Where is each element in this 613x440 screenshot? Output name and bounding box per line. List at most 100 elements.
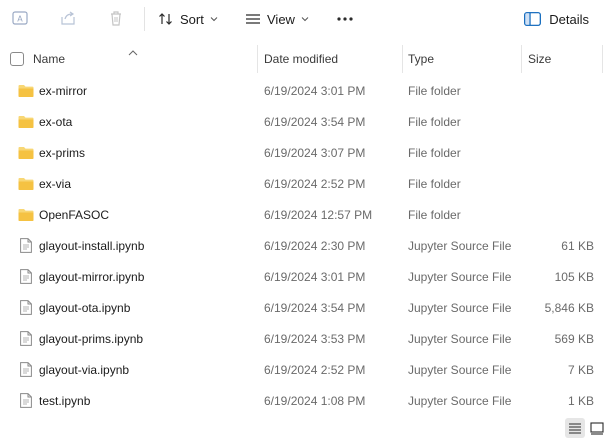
sort-ascending-icon (128, 45, 138, 59)
file-name-cell: glayout-prims.ipynb (18, 323, 143, 354)
column-header-type[interactable]: Type (408, 45, 434, 73)
date-modified: 6/19/2024 3:53 PM (264, 331, 366, 346)
file-name: glayout-install.ipynb (39, 238, 145, 253)
file-row[interactable]: ex-ota 6/19/2024 3:54 PM File folder (0, 106, 613, 137)
sort-icon (159, 13, 172, 25)
date-modified: 6/19/2024 3:54 PM (264, 300, 366, 315)
file-name-cell: glayout-mirror.ipynb (18, 261, 144, 292)
tiles-view-button[interactable] (587, 418, 607, 438)
date-modified: 6/19/2024 2:30 PM (264, 238, 366, 253)
file-icon (18, 393, 34, 409)
date-modified: 6/19/2024 2:52 PM (264, 176, 366, 191)
column-divider[interactable] (402, 45, 403, 73)
column-header-size[interactable]: Size (528, 45, 551, 73)
file-name-cell: OpenFASOC (18, 199, 109, 230)
folder-icon (18, 176, 34, 192)
tiles-view-icon (590, 422, 604, 435)
file-type: File folder (408, 207, 461, 222)
more-options-button[interactable] (336, 7, 360, 31)
file-row[interactable]: glayout-mirror.ipynb 6/19/2024 3:01 PM Jup… (0, 261, 613, 292)
file-icon (18, 362, 34, 378)
file-icon (18, 331, 34, 347)
file-row[interactable]: glayout-via.ipynb 6/19/2024 2:52 PM Jupyte… (0, 354, 613, 385)
file-name: ex-via (39, 176, 72, 191)
file-name-cell: ex-mirror (18, 75, 87, 106)
date-modified: 6/19/2024 12:57 PM (264, 207, 373, 222)
file-row[interactable]: ex-via 6/19/2024 2:52 PM File folder (0, 168, 613, 199)
file-name: test.ipynb (39, 393, 91, 408)
folder-icon (18, 207, 34, 223)
sort-button[interactable]: Sort (158, 7, 224, 31)
column-divider[interactable] (521, 45, 522, 73)
view-mode-switcher (563, 418, 607, 438)
svg-text:A: A (17, 15, 23, 24)
date-modified: 6/19/2024 3:01 PM (264, 269, 366, 284)
more-icon (337, 17, 353, 21)
file-type: Jupyter Source File (408, 269, 512, 284)
file-row[interactable]: glayout-install.ipynb 6/19/2024 2:30 PM Ju… (0, 230, 613, 261)
toolbar-divider (144, 7, 145, 31)
view-button[interactable]: View (245, 7, 315, 31)
file-size: 5,846 KB (544, 300, 594, 315)
file-name: glayout-ota.ipynb (39, 300, 131, 315)
file-row[interactable]: glayout-ota.ipynb 6/19/2024 3:54 PM Jupyte… (0, 292, 613, 323)
file-size: 7 KB (567, 362, 594, 377)
chevron-down-icon (301, 16, 315, 22)
file-type: Jupyter Source File (408, 331, 512, 346)
file-name-cell: ex-prims (18, 137, 85, 168)
file-icon (18, 238, 34, 254)
file-name-cell: glayout-ota.ipynb (18, 292, 130, 323)
date-modified: 6/19/2024 3:54 PM (264, 114, 366, 129)
file-size: 61 KB (561, 238, 594, 253)
file-name-cell: glayout-install.ipynb (18, 230, 144, 261)
column-header-name[interactable]: Name (33, 45, 65, 73)
date-modified: 6/19/2024 3:01 PM (264, 83, 366, 98)
file-name: glayout-mirror.ipynb (39, 269, 145, 284)
file-row[interactable]: ex-mirror 6/19/2024 3:01 PM File folder (0, 75, 613, 106)
share-icon[interactable] (58, 8, 78, 28)
column-divider[interactable] (257, 45, 258, 73)
column-header-row: Name Date modified Type Size (0, 45, 613, 73)
date-modified: 6/19/2024 2:52 PM (264, 362, 366, 377)
command-bar: A Sort View Details (0, 0, 613, 37)
file-name-cell: ex-via (18, 168, 71, 199)
details-view-button[interactable] (565, 418, 585, 438)
date-modified: 6/19/2024 1:08 PM (264, 393, 366, 408)
file-row[interactable]: OpenFASOC 6/19/2024 12:57 PM File folder (0, 199, 613, 230)
file-size: 1 KB (567, 393, 594, 408)
view-icon (246, 14, 260, 24)
file-name-cell: ex-ota (18, 106, 72, 137)
file-type: File folder (408, 176, 461, 191)
column-header-date[interactable]: Date modified (264, 45, 338, 73)
rename-icon[interactable]: A (10, 8, 30, 28)
file-size: 569 KB (554, 331, 594, 346)
folder-icon (18, 145, 34, 161)
folder-icon (18, 83, 34, 99)
details-label: Details (549, 11, 589, 27)
file-type: File folder (408, 83, 461, 98)
select-all-checkbox[interactable] (10, 52, 24, 66)
details-pane-button[interactable]: Details (524, 7, 589, 31)
file-name-cell: glayout-via.ipynb (18, 354, 129, 385)
date-modified: 6/19/2024 3:07 PM (264, 145, 366, 160)
file-name: OpenFASOC (39, 207, 110, 222)
file-type: Jupyter Source File (408, 238, 512, 253)
file-type: Jupyter Source File (408, 393, 512, 408)
file-type: Jupyter Source File (408, 300, 512, 315)
file-name: ex-ota (39, 114, 73, 129)
file-name: ex-mirror (39, 83, 87, 98)
details-pane-icon (524, 12, 542, 26)
view-label: View (267, 11, 295, 27)
file-row[interactable]: test.ipynb 6/19/2024 1:08 PM Jupyter Sourc… (0, 385, 613, 416)
column-divider[interactable] (602, 45, 603, 73)
file-type: File folder (408, 114, 461, 129)
delete-icon[interactable] (106, 8, 126, 28)
chevron-down-icon (210, 16, 224, 22)
file-type: File folder (408, 145, 461, 160)
file-name: ex-prims (39, 145, 86, 160)
file-row[interactable]: glayout-prims.ipynb 6/19/2024 3:53 PM Jupy… (0, 323, 613, 354)
file-name: glayout-via.ipynb (39, 362, 130, 377)
file-row[interactable]: ex-prims 6/19/2024 3:07 PM File folder (0, 137, 613, 168)
folder-icon (18, 114, 34, 130)
sort-label: Sort (180, 11, 204, 27)
